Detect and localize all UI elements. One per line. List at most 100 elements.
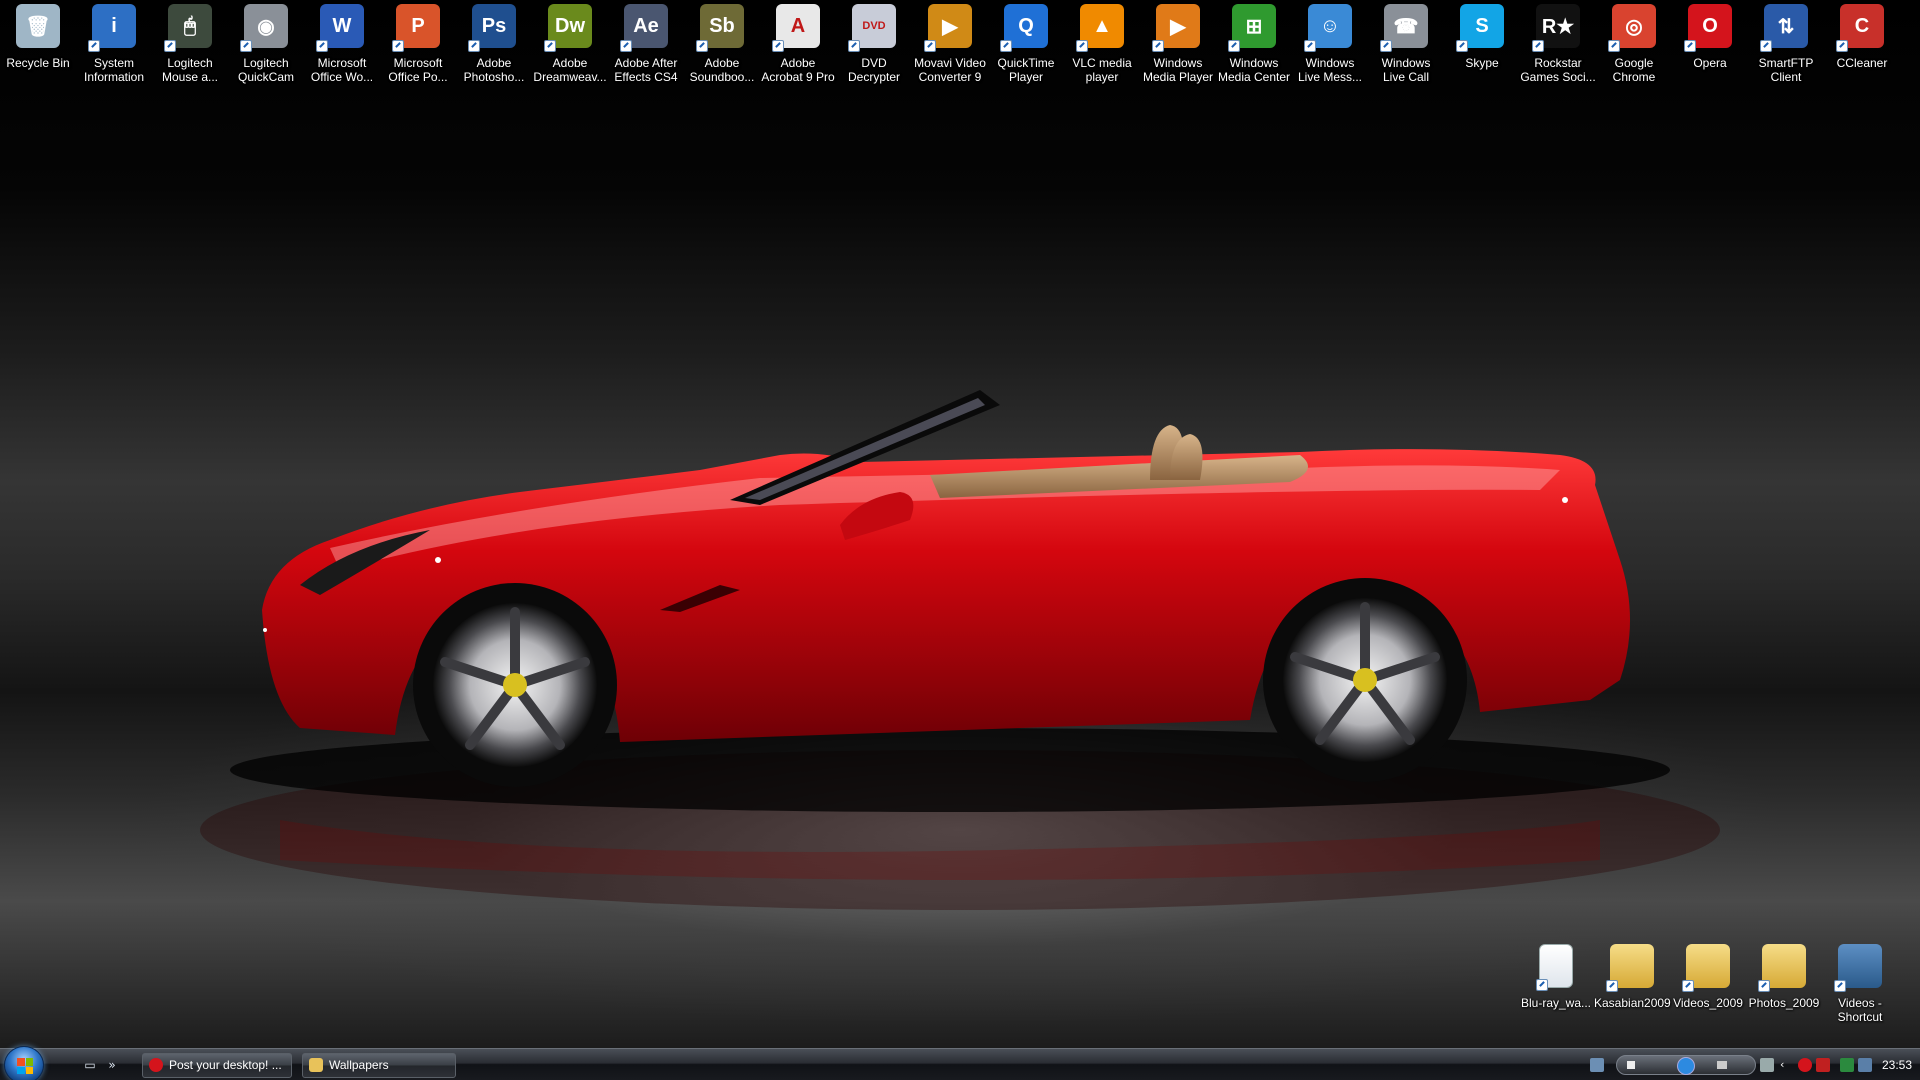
shortcut-arrow-icon	[848, 40, 860, 52]
recycle-bin-icon: 🗑	[16, 4, 60, 48]
system-information-icon: i	[88, 4, 136, 52]
opera-tray-icon[interactable]	[1798, 1058, 1812, 1072]
desktop-shortcut[interactable]: S Skype	[1444, 2, 1520, 70]
desktop-icon-label: Adobe Soundboo...	[689, 56, 755, 84]
desktop-icon-label: SmartFTP Client	[1758, 56, 1814, 84]
desktop-shortcut[interactable]: Kasabian2009	[1594, 942, 1671, 1010]
shortcut-arrow-icon	[1684, 40, 1696, 52]
desktop-shortcut[interactable]: C CCleaner	[1824, 2, 1900, 70]
taskbar-button-wallpapers[interactable]: Wallpapers	[302, 1053, 456, 1078]
opera-icon	[149, 1058, 163, 1072]
desktop-shortcut[interactable]: DVD DVD Decrypter	[836, 2, 912, 84]
text-document-icon	[1536, 944, 1573, 991]
desktop-icon-label: Videos - Shortcut	[1837, 996, 1883, 1024]
shortcut-arrow-icon	[1536, 979, 1548, 991]
desktop-icon-label: Photos_2009	[1748, 996, 1820, 1010]
taskbar: ▭ » Post your desktop! ... Wallpapers ‹ …	[0, 1046, 1920, 1080]
powerpoint-icon: P	[392, 4, 440, 52]
desktop-shortcut[interactable]: ⊞ Windows Media Center	[1216, 2, 1292, 84]
desktop-icon-label: Opera	[1693, 56, 1727, 70]
language-icon[interactable]	[1590, 1058, 1604, 1072]
media-player-controls[interactable]	[1616, 1055, 1756, 1075]
desktop-shortcut[interactable]: Videos - Shortcut	[1822, 942, 1898, 1024]
desktop-shortcut[interactable]: 🖱 Logitech Mouse a...	[152, 2, 228, 84]
shortcut-arrow-icon	[772, 40, 784, 52]
desktop-shortcut[interactable]: Ae Adobe After Effects CS4	[608, 2, 684, 84]
system-tray: ‹ 23:53	[1580, 1049, 1920, 1080]
desktop-shortcut[interactable]: ☺ Windows Live Mess...	[1292, 2, 1368, 84]
desktop-shortcut[interactable]: Ps Adobe Photosho...	[456, 2, 532, 84]
desktop-icon-label: Adobe Photosho...	[463, 56, 525, 84]
speaker-icon[interactable]	[1858, 1058, 1872, 1072]
desktop-shortcut[interactable]: ◉ Logitech QuickCam	[228, 2, 304, 84]
desktop-icon-label: Recycle Bin	[6, 56, 70, 70]
clock[interactable]: 23:53	[1882, 1058, 1912, 1072]
desktop-shortcut[interactable]: i System Information	[76, 2, 152, 84]
desktop-shortcut[interactable]: ☎ Windows Live Call	[1368, 2, 1444, 84]
desktop-shortcut[interactable]: R★ Rockstar Games Soci...	[1520, 2, 1596, 84]
desktop-icon-label: Movavi Video Converter 9	[914, 56, 986, 84]
shortcut-arrow-icon	[1682, 980, 1694, 992]
red-convertible-car-image	[200, 390, 1720, 910]
desktop-icon-label: Adobe After Effects CS4	[614, 56, 678, 84]
shortcut-arrow-icon	[392, 40, 404, 52]
chrome-icon: ◎	[1608, 4, 1656, 52]
desktop-icon-label: Microsoft Office Po...	[388, 56, 448, 84]
folder-icon	[1682, 944, 1730, 992]
shortcut-arrow-icon	[88, 40, 100, 52]
desktop-icon-label: Skype	[1465, 56, 1499, 70]
network-icon[interactable]	[1760, 1058, 1774, 1072]
desktop-shortcut[interactable]: A Adobe Acrobat 9 Pro	[760, 2, 836, 84]
play-icon[interactable]	[1677, 1057, 1695, 1075]
desktop-shortcut[interactable]: O Opera	[1672, 2, 1748, 70]
desktop-icon-label: Kasabian2009	[1594, 996, 1671, 1010]
desktop-shortcut[interactable]: P Microsoft Office Po...	[380, 2, 456, 84]
antivirus-icon[interactable]	[1816, 1058, 1830, 1072]
desktop-shortcut[interactable]: Dw Adobe Dreamweav...	[532, 2, 608, 84]
front-wheel	[413, 583, 617, 787]
photoshop-icon: Ps	[468, 4, 516, 52]
start-button[interactable]	[4, 1046, 44, 1080]
taskbar-button-opera[interactable]: Post your desktop! ...	[142, 1053, 292, 1078]
shortcut-arrow-icon	[1304, 40, 1316, 52]
desktop-shortcut[interactable]: Q QuickTime Player	[988, 2, 1064, 84]
desktop-shortcut[interactable]: 🗑 Recycle Bin	[0, 2, 76, 70]
shortcut-arrow-icon	[316, 40, 328, 52]
desktop-shortcut[interactable]: ▲ VLC media player	[1064, 2, 1140, 84]
webcam-icon: ◉	[240, 4, 288, 52]
shortcut-arrow-icon	[544, 40, 556, 52]
desktop-icon-label: Windows Media Center	[1217, 56, 1291, 84]
desktop-icon-label: System Information	[83, 56, 145, 84]
desktop-icon-label: Videos_2009	[1673, 996, 1743, 1010]
folder-icon	[309, 1058, 323, 1072]
shortcut-arrow-icon	[1760, 40, 1772, 52]
quicktime-icon: Q	[1000, 4, 1048, 52]
desktop-shortcut[interactable]: Blu-ray_wa...	[1518, 942, 1594, 1010]
desktop-shortcut[interactable]: Videos_2009	[1670, 942, 1746, 1010]
volume-icon[interactable]	[1717, 1061, 1727, 1069]
connection-icon[interactable]	[1840, 1058, 1854, 1072]
shortcut-arrow-icon	[468, 40, 480, 52]
desktop-wallpaper	[0, 0, 1920, 1048]
folder-icon	[1758, 944, 1806, 992]
quick-launch-more-button[interactable]: »	[104, 1057, 120, 1073]
chevron-left-icon[interactable]: ‹	[1780, 1058, 1794, 1072]
media-player-icon: ▶	[1152, 4, 1200, 52]
desktop-shortcut[interactable]: ▶ Movavi Video Converter 9	[912, 2, 988, 84]
stop-icon[interactable]	[1627, 1061, 1635, 1069]
show-desktop-icon[interactable]: ▭	[82, 1057, 98, 1073]
desktop-shortcut[interactable]: W Microsoft Office Wo...	[304, 2, 380, 84]
video-library-icon	[1834, 944, 1882, 992]
desktop-icon-label: Windows Live Mess...	[1297, 56, 1363, 84]
desktop-shortcut[interactable]: Photos_2009	[1746, 942, 1822, 1010]
desktop-shortcut[interactable]: ▶ Windows Media Player	[1140, 2, 1216, 84]
soundbooth-icon: Sb	[696, 4, 744, 52]
desktop-shortcut[interactable]: ◎ Google Chrome	[1596, 2, 1672, 84]
desktop-shortcut[interactable]: Sb Adobe Soundboo...	[684, 2, 760, 84]
desktop-icon-row: 🗑 Recycle Bin i System Information 🖱 Logitech…	[0, 0, 1920, 90]
desktop-icon-label: QuickTime Player	[997, 56, 1055, 84]
desktop-icon-label: Adobe Dreamweav...	[533, 56, 607, 84]
shortcut-arrow-icon	[1532, 40, 1544, 52]
desktop-shortcut[interactable]: ⇅ SmartFTP Client	[1748, 2, 1824, 84]
shortcut-arrow-icon	[1076, 40, 1088, 52]
